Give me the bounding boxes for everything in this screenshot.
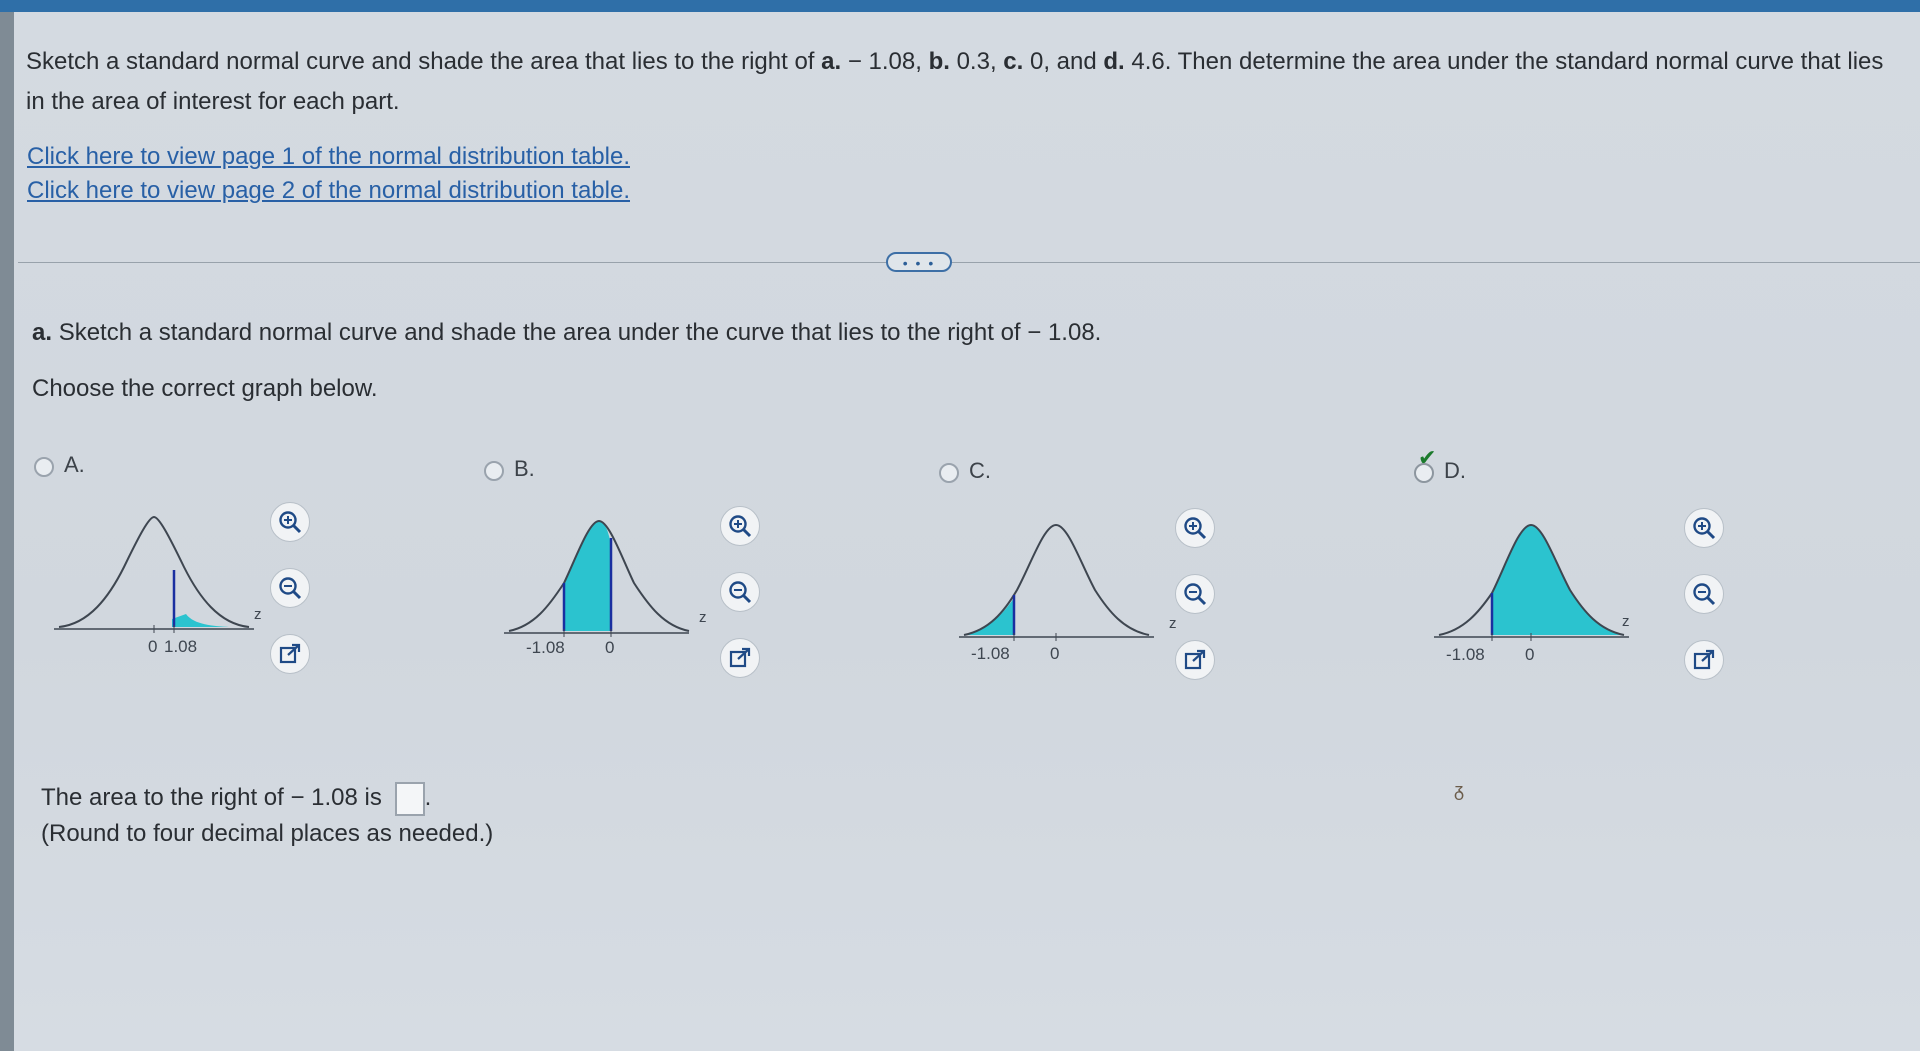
rounding-instruction: (Round to four decimal places as needed.… bbox=[41, 820, 494, 847]
option-c-tools bbox=[1175, 508, 1225, 706]
option-b-letter: B. bbox=[514, 456, 535, 481]
option-a-tick-label: 1.08 bbox=[164, 637, 197, 656]
zoom-in-icon[interactable] bbox=[270, 502, 310, 542]
option-b-shaded-area bbox=[564, 521, 612, 631]
section-divider bbox=[18, 262, 1920, 263]
zoom-in-icon[interactable] bbox=[1684, 508, 1724, 548]
option-a: A. 0 1.08 z bbox=[34, 452, 434, 752]
option-c-shaded-area bbox=[964, 598, 1014, 635]
option-a-radio[interactable] bbox=[34, 457, 54, 477]
answer-section: The area to the right of − 1.08 is . (Ro… bbox=[41, 780, 493, 852]
option-b-graph: -1.08 0 z bbox=[504, 519, 707, 657]
question-part-c-label: c. bbox=[1003, 48, 1024, 75]
option-a-graph: 0 1.08 z bbox=[54, 515, 262, 656]
option-b: B. -1.08 0 z bbox=[484, 452, 884, 752]
option-c-curve bbox=[963, 523, 1150, 636]
external-link-icon[interactable] bbox=[1684, 640, 1724, 680]
question-page: Sketch a standard normal curve and shade… bbox=[14, 12, 1920, 1051]
answer-value-text: − 1.08 is bbox=[290, 784, 382, 811]
question-text: Sketch a standard normal curve and shade… bbox=[26, 42, 1896, 122]
zoom-in-icon[interactable] bbox=[720, 506, 760, 546]
option-b-tools bbox=[720, 506, 770, 704]
zoom-out-icon[interactable] bbox=[1175, 574, 1215, 614]
option-b-axis-label: z bbox=[699, 609, 707, 626]
top-bar bbox=[0, 0, 1920, 12]
question-part-b-value: 0.3, bbox=[956, 48, 997, 75]
stray-mark: ᵹ bbox=[1454, 780, 1465, 800]
part-a-label: a. bbox=[32, 319, 53, 346]
question-part-a-value: − 1.08, bbox=[847, 48, 922, 75]
option-a-letter: A. bbox=[64, 452, 85, 477]
more-button[interactable]: • • • bbox=[886, 252, 952, 272]
option-d-axis-label: z bbox=[1622, 613, 1630, 630]
table-page-1-link[interactable]: Click here to view page 1 of the normal … bbox=[27, 140, 630, 174]
question-part-b-label: b. bbox=[928, 48, 950, 75]
choose-instruction: Choose the correct graph below. bbox=[32, 375, 378, 402]
option-d-shaded-area bbox=[1492, 525, 1624, 635]
option-c-radio[interactable] bbox=[939, 463, 959, 483]
option-d-letter: D. bbox=[1444, 458, 1466, 483]
question-part-c-value: 0, and bbox=[1029, 48, 1097, 75]
zoom-out-icon[interactable] bbox=[270, 568, 310, 608]
table-page-2-link[interactable]: Click here to view page 2 of the normal … bbox=[27, 174, 630, 208]
option-c-graph: -1.08 0 z bbox=[959, 523, 1177, 663]
zoom-in-icon[interactable] bbox=[1175, 508, 1215, 548]
external-link-icon[interactable] bbox=[720, 638, 760, 678]
external-link-icon[interactable] bbox=[270, 634, 310, 674]
option-a-curve bbox=[58, 515, 250, 628]
option-b-tick-label: -1.08 bbox=[526, 638, 565, 657]
part-a-prompt: a. Sketch a standard normal curve and sh… bbox=[32, 319, 1101, 347]
option-c-letter: C. bbox=[969, 458, 991, 483]
option-b-radio[interactable] bbox=[484, 461, 504, 481]
option-a-tools bbox=[270, 502, 320, 700]
answer-period: . bbox=[424, 784, 432, 811]
answer-input[interactable] bbox=[394, 781, 425, 816]
option-b-tick-label: 0 bbox=[605, 638, 614, 657]
table-links: Click here to view page 1 of the normal … bbox=[27, 140, 630, 208]
option-a-axis-label: z bbox=[254, 606, 262, 623]
option-d-tick-label: -1.08 bbox=[1446, 645, 1485, 664]
zoom-out-icon[interactable] bbox=[1684, 574, 1724, 614]
option-d: ✔ D. -1.08 0 z bbox=[1414, 446, 1814, 752]
part-a-text: Sketch a standard normal curve and shade… bbox=[58, 319, 1102, 346]
option-c-tick-label: -1.08 bbox=[971, 644, 1010, 663]
zoom-out-icon[interactable] bbox=[720, 572, 760, 612]
checkmark-icon: ✔ bbox=[1418, 445, 1437, 470]
option-d-tools bbox=[1684, 508, 1734, 706]
external-link-icon[interactable] bbox=[1175, 640, 1215, 680]
answer-prefix: The area to the right of bbox=[41, 784, 284, 811]
option-d-graph: -1.08 0 z bbox=[1434, 523, 1630, 664]
question-part-d-label: d. bbox=[1103, 48, 1125, 75]
option-a-tick-label: 0 bbox=[148, 637, 157, 656]
question-part-a-label: a. bbox=[821, 48, 842, 75]
option-d-tick-label: 0 bbox=[1525, 645, 1534, 664]
option-c-tick-label: 0 bbox=[1050, 644, 1059, 663]
option-c: C. -1.08 0 z bbox=[939, 452, 1339, 752]
left-edge bbox=[0, 12, 14, 1051]
answer-line: The area to the right of − 1.08 is . bbox=[41, 780, 493, 816]
question-prefix: Sketch a standard normal curve and shade… bbox=[26, 48, 815, 75]
